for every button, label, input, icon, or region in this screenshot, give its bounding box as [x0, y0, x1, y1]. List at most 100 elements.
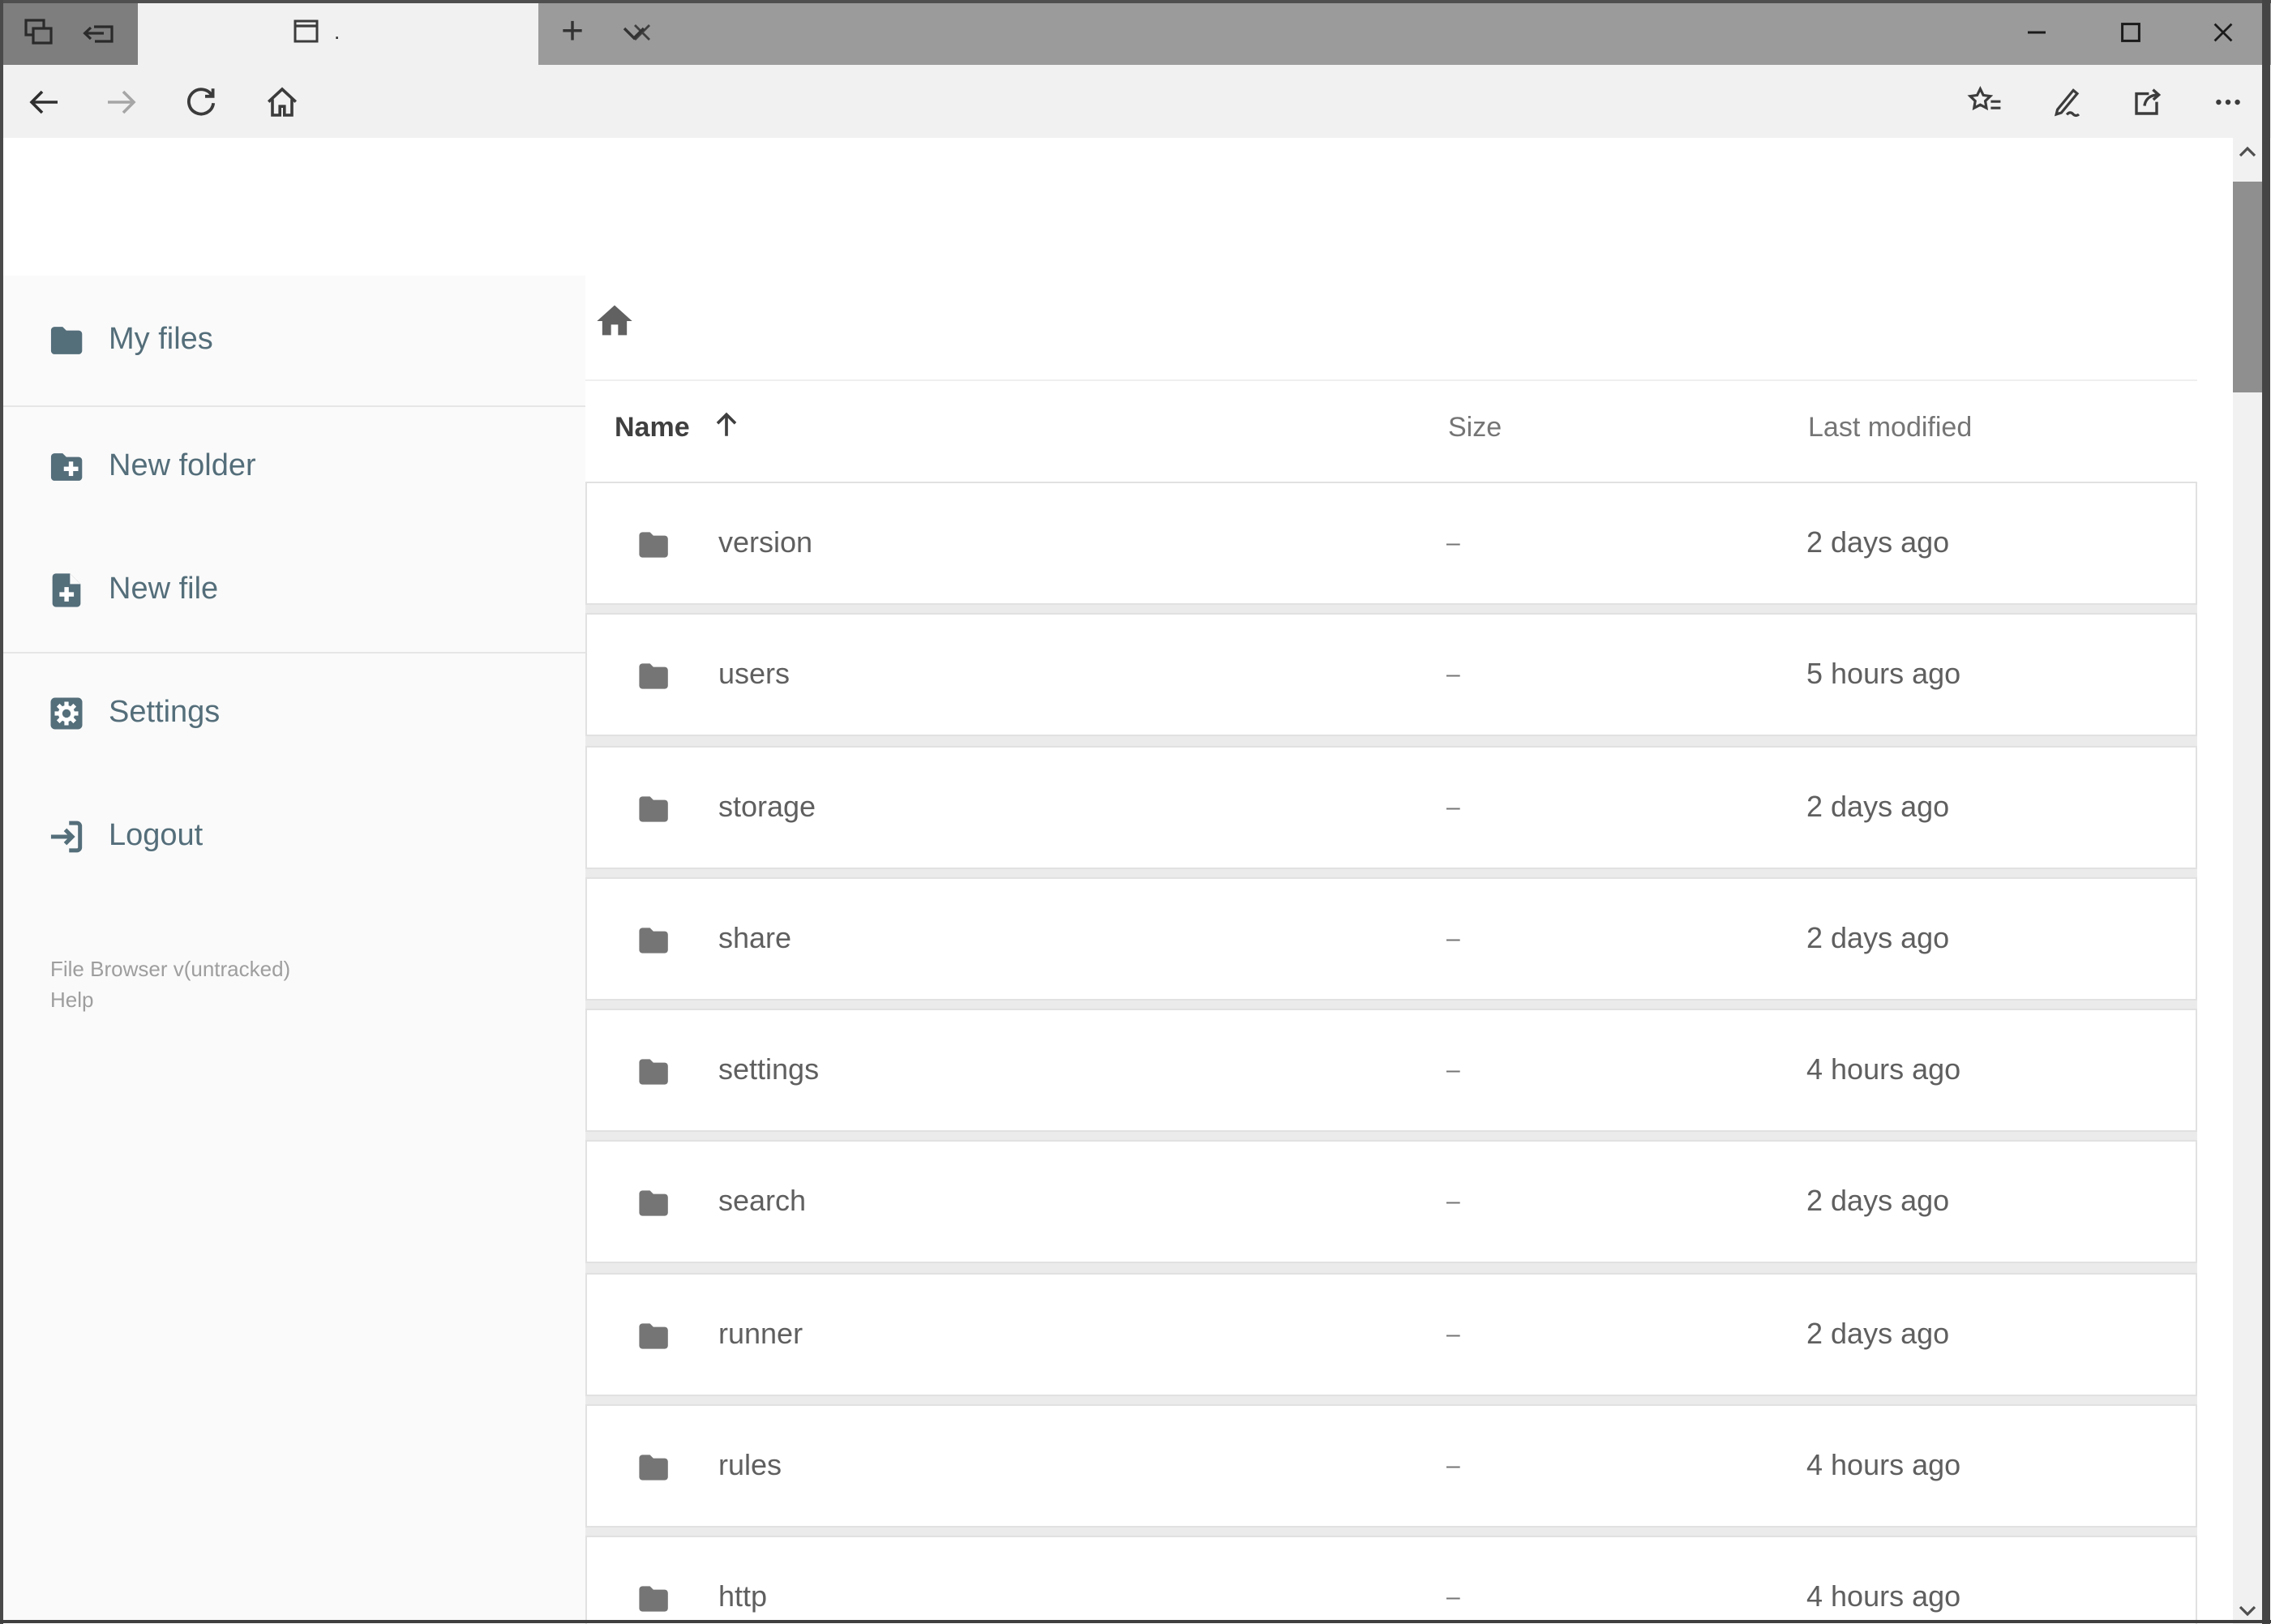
folder-icon [634, 525, 673, 564]
forward-icon [108, 89, 136, 114]
tab-preview-button[interactable] [20, 13, 59, 52]
file-size: – [1446, 924, 1460, 953]
column-header-name[interactable]: Name [615, 412, 690, 444]
tab-title: . [334, 19, 341, 44]
file-size: – [1446, 1583, 1460, 1612]
close-window-button[interactable] [2184, 0, 2260, 65]
table-row-users[interactable]: users – 5 hours ago [585, 613, 2197, 737]
file-size: – [1446, 1188, 1460, 1216]
browser-tab[interactable]: . [138, 0, 650, 65]
table-row-settings[interactable]: settings – 4 hours ago [585, 1009, 2197, 1133]
file-size: – [1446, 793, 1460, 821]
titlebar: . + [0, 0, 2271, 65]
column-header-size[interactable]: Size [1448, 412, 1502, 444]
folder-icon [634, 1448, 673, 1487]
sidebar-item-label: My files [109, 323, 213, 357]
breadcrumb-divider [585, 379, 2197, 381]
new-file-icon [52, 573, 81, 607]
sort-ascending-icon [716, 412, 737, 436]
table-row-runner[interactable]: runner – 2 days ago [585, 1272, 2197, 1396]
sidebar-item-settings[interactable]: Settings [0, 671, 585, 756]
file-modified: 4 hours ago [1806, 1580, 1961, 1613]
table-row-share[interactable]: share – 2 days ago [585, 876, 2197, 1001]
sidebar-item-label: New folder [109, 449, 256, 483]
file-name: version [718, 526, 813, 559]
folder-icon [634, 1052, 673, 1091]
file-modified: 2 days ago [1806, 1185, 1950, 1218]
sidebar-divider [0, 652, 585, 654]
set-tabs-aside-icon [82, 25, 113, 43]
refresh-icon [187, 87, 216, 115]
sidebar-item-logout[interactable]: Logout [0, 795, 585, 879]
page-scrollbar[interactable] [2233, 138, 2262, 1624]
forward-button[interactable] [94, 74, 149, 129]
sidebar-item-new-file[interactable]: New file [0, 548, 585, 632]
sidebar-item-my-files[interactable]: My files [0, 298, 585, 383]
refresh-button[interactable] [174, 74, 229, 129]
web-notes-button[interactable] [2033, 70, 2098, 135]
file-size: – [1446, 1056, 1460, 1085]
file-modified: 4 hours ago [1806, 1053, 1961, 1086]
maximize-icon [2120, 23, 2140, 42]
help-link[interactable]: Help [50, 986, 94, 1016]
folder-icon [634, 789, 673, 828]
new-folder-icon [50, 453, 83, 481]
table-row-storage[interactable]: storage – 2 days ago [585, 745, 2197, 869]
favorites-hub-icon [1967, 85, 2001, 111]
set-tabs-aside-button[interactable] [79, 13, 118, 52]
sidebar: My files New folder New file Settings Lo… [0, 276, 585, 1624]
folder-icon [634, 1317, 673, 1356]
file-name: settings [718, 1053, 820, 1086]
address-bar-row: filebrowser.web/files/ [0, 65, 2271, 199]
file-name: http [718, 1580, 768, 1613]
file-name: runner [718, 1317, 803, 1350]
window-border-top [0, 0, 2271, 3]
folder-icon [634, 658, 673, 696]
file-modified: 2 days ago [1806, 921, 1950, 954]
file-size: – [1446, 661, 1460, 689]
chevron-down-icon [623, 27, 645, 41]
file-name: rules [718, 1449, 782, 1482]
close-icon [2213, 23, 2232, 42]
browser-window: . + Search... My files New folder New fi… [0, 0, 2271, 1624]
scrollbar-up-button[interactable] [2233, 138, 2262, 165]
file-modified: 2 days ago [1806, 526, 1950, 559]
minimize-button[interactable] [1998, 0, 2074, 65]
table-row-search[interactable]: search – 2 days ago [585, 1140, 2197, 1264]
column-header-modified[interactable]: Last modified [1808, 412, 1972, 444]
more-dots-icon [2216, 99, 2240, 105]
tab-list-button[interactable] [603, 0, 665, 65]
sidebar-item-label: New file [109, 572, 219, 606]
scrollbar-thumb[interactable] [2233, 182, 2262, 392]
settings-more-button[interactable] [2196, 70, 2260, 135]
home-icon [597, 305, 632, 336]
file-size: – [1446, 529, 1460, 557]
favorites-hub-button[interactable] [1952, 70, 2017, 135]
back-icon [29, 89, 58, 114]
folder-icon [45, 319, 88, 362]
file-size: – [1446, 1320, 1460, 1348]
page-icon [294, 19, 319, 43]
breadcrumb-home-button[interactable] [589, 295, 641, 347]
maximize-button[interactable] [2092, 0, 2168, 65]
file-modified: 4 hours ago [1806, 1449, 1961, 1482]
window-border-left [0, 0, 4, 1624]
sidebar-item-label: Settings [109, 696, 221, 730]
file-listing-area: Name Size Last modified version – 2 days… [585, 276, 2271, 1624]
table-row-rules[interactable]: rules – 4 hours ago [585, 1404, 2197, 1528]
back-button[interactable] [16, 74, 71, 129]
home-outline-icon [267, 86, 298, 116]
share-button[interactable] [2115, 70, 2179, 135]
home-nav-button[interactable] [255, 74, 310, 129]
file-modified: 5 hours ago [1806, 658, 1961, 691]
window-border-right [2262, 0, 2271, 1624]
sidebar-item-new-folder[interactable]: New folder [0, 425, 585, 509]
table-row-http[interactable]: http – 4 hours ago [585, 1536, 2197, 1624]
minimize-icon [2027, 31, 2045, 34]
sidebar-divider [0, 405, 585, 408]
file-size: – [1446, 1452, 1460, 1480]
file-name: users [718, 658, 791, 691]
table-row-version[interactable]: version – 2 days ago [585, 482, 2197, 605]
share-icon [2135, 88, 2162, 115]
new-tab-button[interactable]: + [542, 0, 603, 65]
